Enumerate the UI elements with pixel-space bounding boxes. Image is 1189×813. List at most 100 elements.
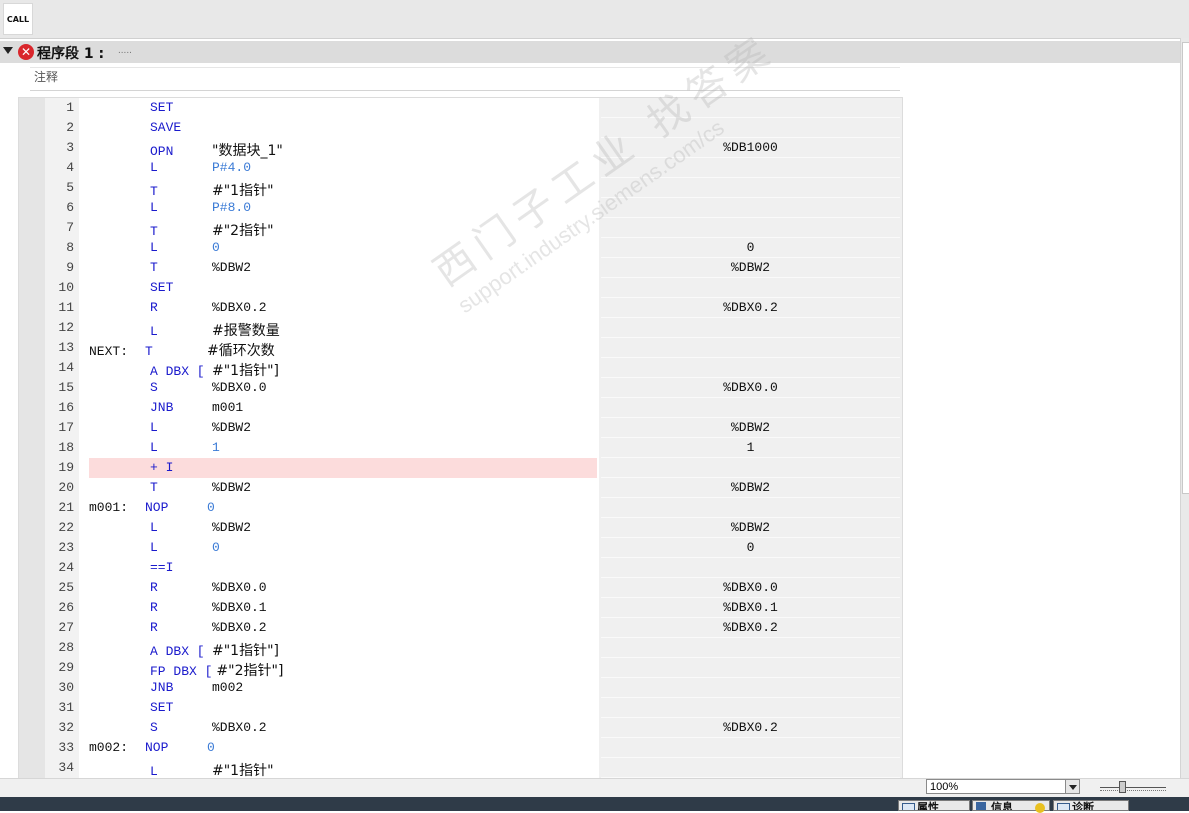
- code-line[interactable]: 22 L %DBW2 %DBW2: [19, 518, 902, 538]
- code-text[interactable]: T #"2指针": [89, 220, 597, 239]
- network-title[interactable]: 程序段 1 :: [37, 43, 104, 63]
- code-line[interactable]: 23 L 0 0: [19, 538, 902, 558]
- code-line[interactable]: 29 FP DBX [#"2指针"]: [19, 658, 902, 679]
- code-text[interactable]: FP DBX [#"2指针"]: [89, 660, 597, 679]
- code-text[interactable]: T %DBW2: [89, 480, 597, 498]
- operand: m002: [212, 680, 244, 695]
- code-text[interactable]: S %DBX0.2: [89, 720, 597, 738]
- code-text[interactable]: SET: [89, 700, 597, 718]
- zoom-slider-thumb[interactable]: [1119, 781, 1126, 793]
- code-text[interactable]: ==I: [89, 560, 597, 578]
- code-line[interactable]: 12 L #报警数量: [19, 318, 902, 339]
- code-line[interactable]: 15 S %DBX0.0 %DBX0.0: [19, 378, 902, 398]
- code-text[interactable]: L P#8.0: [89, 200, 597, 218]
- code-text[interactable]: L #"1指针": [89, 760, 597, 779]
- stl-code-editor[interactable]: 1 SET 2 SAVE 3 OPN "数据块_1" %DB1000 4 L P#4.0 5 T #"1指…: [18, 97, 903, 780]
- code-text[interactable]: R %DBX0.2: [89, 300, 597, 318]
- code-text[interactable]: SAVE: [89, 120, 597, 138]
- code-text[interactable]: m002: NOP 0: [89, 740, 597, 758]
- code-text[interactable]: SET: [89, 280, 597, 298]
- code-line[interactable]: 11 R %DBX0.2 %DBX0.2: [19, 298, 902, 318]
- code-text[interactable]: SET: [89, 100, 597, 118]
- code-line[interactable]: 17 L %DBW2 %DBW2: [19, 418, 902, 438]
- code-line[interactable]: 26 R %DBX0.1 %DBX0.1: [19, 598, 902, 618]
- code-text[interactable]: A DBX [#"1指针"]: [89, 360, 597, 379]
- code-text[interactable]: S %DBX0.0: [89, 380, 597, 398]
- code-line[interactable]: 16 JNB m001: [19, 398, 902, 418]
- network-comment[interactable]: 注释: [34, 68, 58, 85]
- code-line[interactable]: 3 OPN "数据块_1" %DB1000: [19, 138, 902, 159]
- code-line[interactable]: 28 A DBX [#"1指针"]: [19, 638, 902, 659]
- code-text[interactable]: JNB m002: [89, 680, 597, 698]
- monitor-value: %DBW2: [601, 519, 900, 538]
- code-text[interactable]: L %DBW2: [89, 420, 597, 438]
- code-text[interactable]: JNB m001: [89, 400, 597, 418]
- code-text[interactable]: L0: [89, 240, 597, 258]
- code-line[interactable]: 34 L #"1指针": [19, 758, 902, 779]
- code-text[interactable]: + I: [89, 458, 597, 478]
- editor-toolbar: CALL: [0, 0, 1189, 39]
- tab-diagnostics[interactable]: 诊断: [1053, 800, 1129, 811]
- instruction: L: [150, 440, 158, 455]
- monitor-value: %DBX0.1: [601, 599, 900, 618]
- line-number: 16: [58, 400, 74, 415]
- network-title-placeholder[interactable]: .....: [118, 45, 132, 56]
- code-line[interactable]: 27 R %DBX0.2 %DBX0.2: [19, 618, 902, 638]
- line-number: 27: [58, 620, 74, 635]
- code-line[interactable]: 19 + I: [19, 458, 902, 478]
- vertical-scrollbar[interactable]: [1180, 38, 1189, 778]
- code-line[interactable]: 31 SET: [19, 698, 902, 718]
- monitor-value: [601, 359, 900, 378]
- call-button[interactable]: CALL: [3, 3, 33, 35]
- code-line[interactable]: 1 SET: [19, 98, 902, 118]
- code-text[interactable]: NEXT: T #循环次数: [89, 340, 597, 359]
- code-text[interactable]: L P#4.0: [89, 160, 597, 178]
- code-line[interactable]: 14 A DBX [#"1指针"]: [19, 358, 902, 379]
- code-text[interactable]: OPN "数据块_1": [89, 140, 597, 159]
- line-number: 1: [66, 100, 74, 115]
- instruction: OPN: [150, 144, 174, 159]
- code-text[interactable]: T %DBW2: [89, 260, 597, 278]
- collapse-arrow-icon[interactable]: [3, 47, 13, 54]
- code-line[interactable]: 8L00: [19, 238, 902, 258]
- code-text[interactable]: A DBX [#"1指针"]: [89, 640, 597, 659]
- code-line[interactable]: 9 T %DBW2 %DBW2: [19, 258, 902, 278]
- zoom-dropdown-icon[interactable]: [1065, 779, 1080, 794]
- code-text[interactable]: R %DBX0.0: [89, 580, 597, 598]
- code-line[interactable]: 10 SET: [19, 278, 902, 298]
- monitor-value: [601, 339, 900, 358]
- code-line[interactable]: 2 SAVE: [19, 118, 902, 138]
- code-line[interactable]: 18 L 1 1: [19, 438, 902, 458]
- code-text[interactable]: L #报警数量: [89, 320, 597, 339]
- code-line[interactable]: 21 m001: NOP 0: [19, 498, 902, 518]
- code-line[interactable]: 33 m002: NOP 0: [19, 738, 902, 758]
- operand: %DBX0.1: [212, 600, 267, 615]
- zoom-select[interactable]: 100%: [926, 779, 1080, 794]
- line-number: 22: [58, 520, 74, 535]
- code-line[interactable]: 24 ==I: [19, 558, 902, 578]
- line-number: 11: [58, 300, 74, 315]
- code-line[interactable]: 13 NEXT: T #循环次数: [19, 338, 902, 359]
- code-text[interactable]: L0: [89, 540, 597, 558]
- line-number: 32: [58, 720, 74, 735]
- code-text[interactable]: L %DBW2: [89, 520, 597, 538]
- code-line[interactable]: 7 T #"2指针": [19, 218, 902, 239]
- code-text[interactable]: m001: NOP 0: [89, 500, 597, 518]
- code-text[interactable]: R %DBX0.2: [89, 620, 597, 638]
- code-line[interactable]: 32 S %DBX0.2 %DBX0.2: [19, 718, 902, 738]
- code-line[interactable]: 6 L P#8.0: [19, 198, 902, 218]
- instruction: T: [150, 224, 158, 239]
- code-line[interactable]: 30 JNB m002: [19, 678, 902, 698]
- code-text[interactable]: R %DBX0.1: [89, 600, 597, 618]
- code-line[interactable]: 20 T %DBW2 %DBW2: [19, 478, 902, 498]
- code-line[interactable]: 4 L P#4.0: [19, 158, 902, 178]
- code-line[interactable]: 5 T #"1指针": [19, 178, 902, 199]
- tab-properties[interactable]: 属性: [898, 800, 970, 811]
- code-text[interactable]: T #"1指针": [89, 180, 597, 199]
- network-header[interactable]: [0, 41, 1181, 63]
- scrollbar-thumb[interactable]: [1182, 42, 1189, 494]
- zoom-slider[interactable]: [1100, 787, 1166, 788]
- code-text[interactable]: L1: [89, 440, 597, 458]
- instruction: SAVE: [150, 120, 182, 135]
- code-line[interactable]: 25 R %DBX0.0 %DBX0.0: [19, 578, 902, 598]
